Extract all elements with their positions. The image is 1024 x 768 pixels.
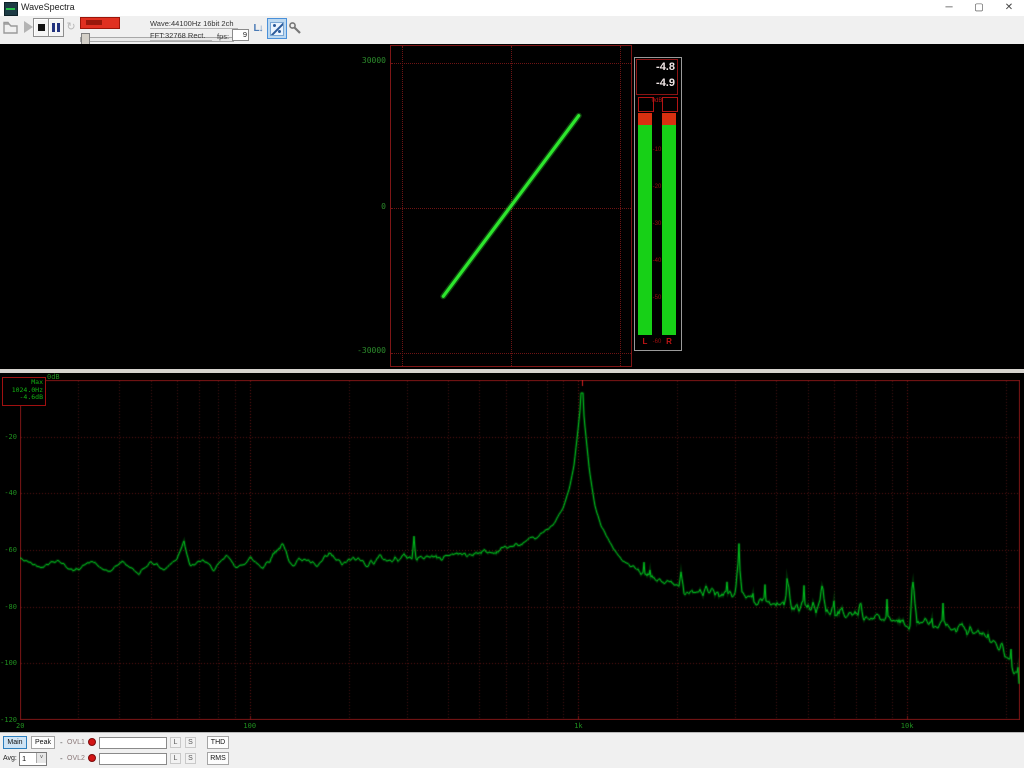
s-button-row1[interactable]: S (185, 737, 196, 748)
pause-icon (52, 23, 55, 32)
spectrum-ytick-label: -100 (0, 659, 17, 667)
spectrum-xtick-label: 20 (16, 722, 40, 730)
fps-label: fps: (217, 32, 229, 41)
xy-tick-label: 0 (344, 202, 386, 211)
main-button[interactable]: Main (3, 736, 27, 749)
xy-tick-label: 30000 (344, 56, 386, 65)
meter-bar-red-cap (638, 113, 652, 125)
clip-indicator-right (662, 97, 678, 112)
display-settings-button[interactable] (267, 18, 287, 39)
max-level: -4.6dB (20, 394, 43, 402)
meter-bar-red-cap (662, 113, 676, 125)
window-title: WaveSpectra (21, 2, 75, 12)
fft-info: FFT:32768 Rect. (150, 31, 212, 41)
avg-value: 1 (22, 754, 26, 763)
dash-separator: - (60, 754, 63, 763)
stop-icon (38, 24, 45, 31)
wrench-icon (288, 21, 302, 35)
spectrum-ytick-label: -40 (0, 489, 17, 497)
minimize-button[interactable]: ─ (934, 0, 964, 16)
spectrum-xtick-label: 1k (566, 722, 590, 730)
toolbar: ↻ Wave:44100Hz 16bit 2ch FFT:32768 Rect.… (0, 16, 1024, 45)
title-bar: WaveSpectra ─ ▢ ✕ (0, 0, 1024, 17)
app-icon (4, 2, 18, 16)
footer-bar: Main Peak - OVL1 L S THD Avg: 1 ˅ - OVL2… (0, 732, 1024, 768)
ovl1-label: OVL1 (67, 739, 85, 746)
loop-icon: ↻ (66, 20, 75, 33)
axis-setting-button[interactable]: L↓ (250, 20, 266, 36)
play-icon (24, 21, 33, 33)
close-button[interactable]: ✕ (994, 0, 1024, 16)
xy-tick-label: -30000 (344, 346, 386, 355)
level-meter: -4.8 -4.9 0dB -10-20-30-40-50 L R -60 (634, 57, 682, 351)
dash-separator: - (60, 738, 63, 747)
meter-scale-label: -30 (651, 221, 663, 227)
spectrum-ytick-label: -80 (0, 603, 17, 611)
l-button-row2[interactable]: L (170, 753, 181, 764)
pause-icon (57, 23, 60, 32)
app-window: WaveSpectra ─ ▢ ✕ ↻ Wave:4410 (0, 0, 1024, 768)
ovl2-led (88, 754, 96, 762)
max-readout-box: Max 1024.0Hz -4.6dB (2, 377, 46, 406)
peak-value-box: -4.8 -4.9 (636, 59, 678, 95)
ovl2-field[interactable] (99, 753, 167, 765)
channel-label-right: R (662, 337, 676, 346)
maximize-button[interactable]: ▢ (964, 0, 994, 16)
xy-trace (391, 46, 631, 366)
peak-value-right: -4.9 (639, 77, 675, 89)
spectrum-ytick-label: -20 (0, 433, 17, 441)
meter-bar-left (638, 113, 652, 335)
config-button[interactable] (287, 19, 302, 36)
meter-scale-label: -20 (651, 184, 663, 190)
meter-bar-right (662, 113, 676, 335)
rms-button[interactable]: RMS (207, 752, 229, 765)
spectrum-ytick-label: -60 (0, 546, 17, 554)
peak-value-left: -4.8 (639, 61, 675, 73)
axis-icon: L↓ (253, 23, 262, 34)
open-file-button[interactable] (2, 18, 19, 36)
folder-icon (3, 21, 19, 34)
ovl1-field[interactable] (99, 737, 167, 749)
scope-panel: 30000 0 -30000 -4.8 -4.9 0dB -10 -20 -30 -4… (0, 44, 1024, 369)
l-button-row1[interactable]: L (170, 737, 181, 748)
avg-label: Avg: (3, 755, 17, 762)
chevron-down-icon[interactable]: ˅ (36, 753, 46, 763)
wave-info: Wave:44100Hz 16bit 2ch (150, 19, 238, 29)
peak-button[interactable]: Peak (31, 736, 55, 749)
xy-plot (390, 45, 632, 367)
meter-scale-label: -40 (651, 258, 663, 264)
s-button-row2[interactable]: S (185, 753, 196, 764)
ovl2-label: OVL2 (67, 755, 85, 762)
avg-combo[interactable]: 1 ˅ (19, 752, 47, 766)
record-indicator (80, 17, 120, 29)
stop-button[interactable] (33, 18, 49, 37)
meter-scale-label: -10 (651, 147, 663, 153)
spectrum-panel: Max 1024.0Hz -4.6dB 0dB -20-40-60-80-100… (0, 373, 1024, 732)
thd-button[interactable]: THD (207, 736, 229, 749)
fps-field[interactable]: 9 (232, 29, 249, 41)
record-indicator-text (86, 20, 102, 25)
spectrum-ytick-label: -120 (0, 716, 17, 724)
loop-button[interactable]: ↻ (64, 18, 78, 34)
pause-button[interactable] (48, 18, 64, 37)
spectrum-xtick-label: 100 (238, 722, 262, 730)
meter-scale-label: -50 (651, 295, 663, 301)
spectrum-canvas (20, 380, 1020, 720)
spectrum-xtick-label: 10k (895, 722, 919, 730)
ovl1-led (88, 738, 96, 746)
meter-top-label: 0dB (650, 98, 664, 104)
graph-pen-icon (270, 22, 284, 36)
meter-bottom-label: -60 (650, 339, 664, 345)
